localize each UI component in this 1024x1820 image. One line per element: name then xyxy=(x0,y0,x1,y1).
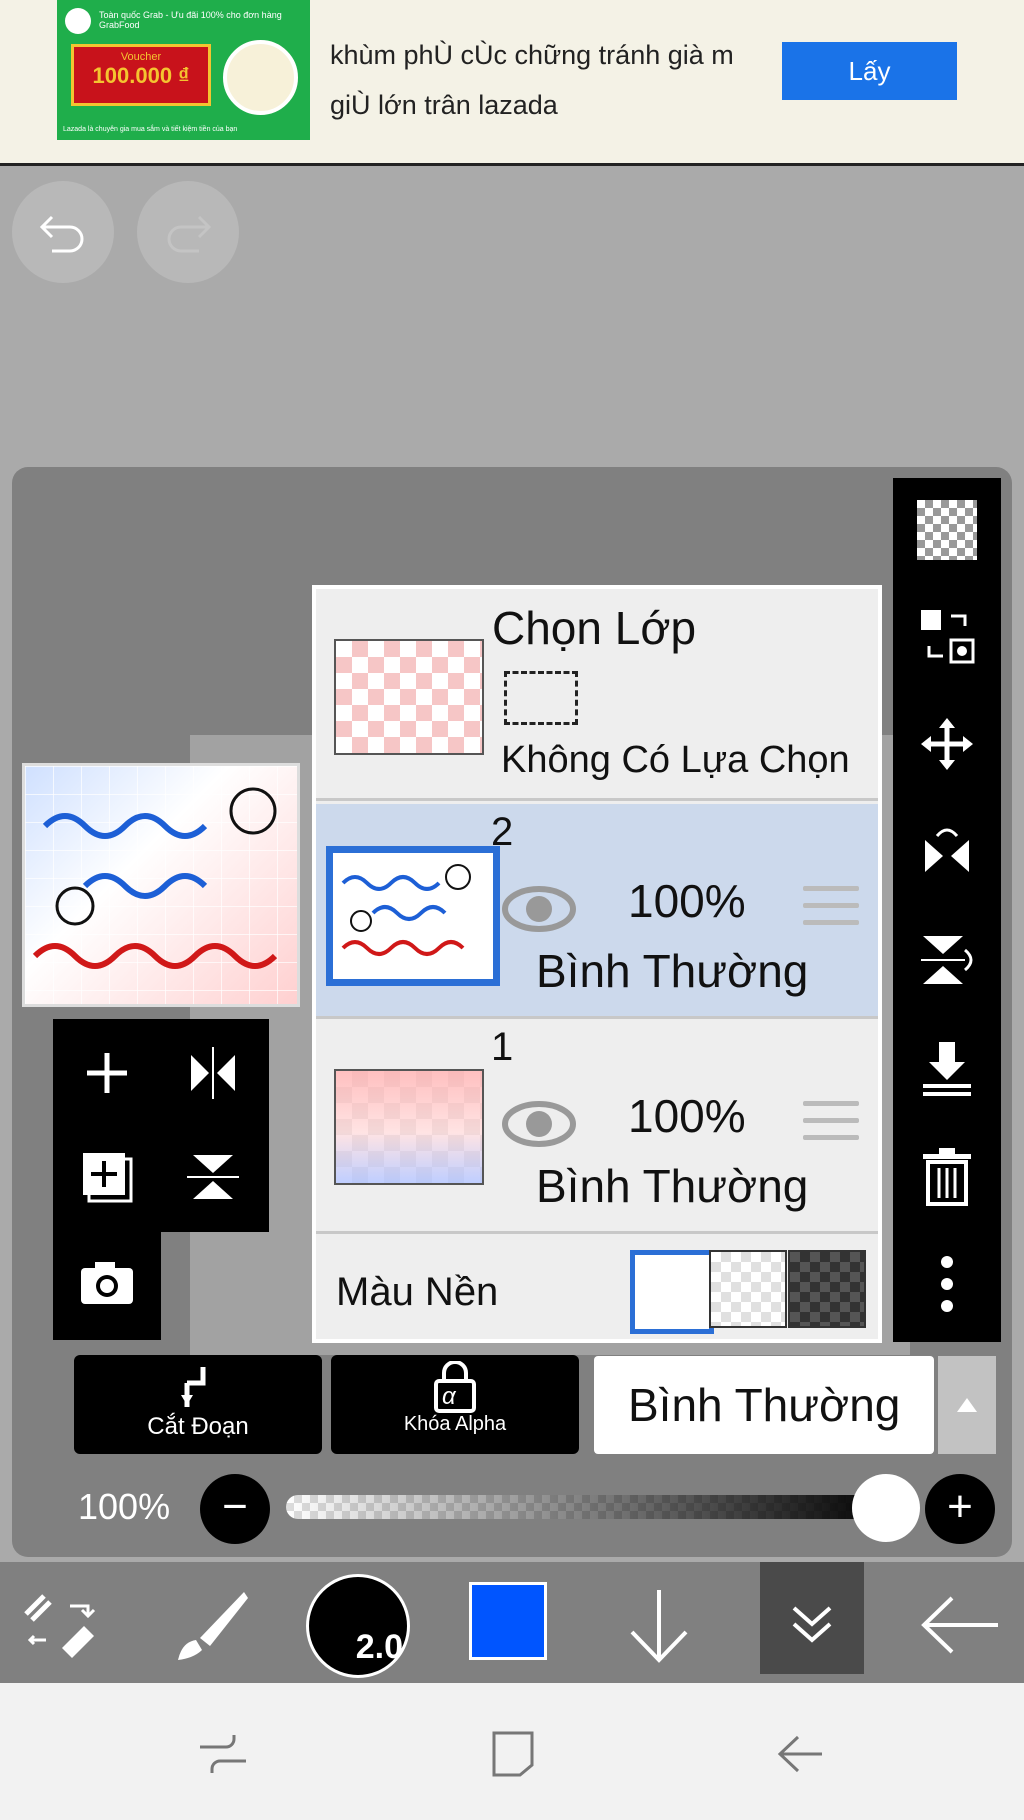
eye-icon[interactable] xyxy=(502,884,576,934)
selection-layer-row[interactable]: Chọn Lớp Không Có Lựa Chọn xyxy=(316,589,878,801)
preview-artwork xyxy=(32,787,278,969)
background-color-label: Màu Nền xyxy=(336,1270,499,1314)
voucher-label: Voucher xyxy=(120,51,162,63)
ad-image-footer: Lazada là chuyên gia mua sắm và tiết kiệ… xyxy=(63,126,238,133)
alpha-lock-button[interactable]: α Khóa Alpha xyxy=(331,1355,579,1454)
opacity-slider-handle[interactable] xyxy=(852,1474,920,1542)
opacity-increase-button[interactable]: + xyxy=(925,1474,995,1544)
ad-image-text: Toàn quốc Grab - Ưu đãi 100% cho đơn hàn… xyxy=(99,10,282,30)
layer-panel: Chọn Lớp Không Có Lựa Chọn 2 100% Bình T… xyxy=(312,585,882,1343)
transparent-button[interactable] xyxy=(917,500,977,560)
flip-vertical-icon xyxy=(187,1155,239,1199)
opacity-slider[interactable] xyxy=(286,1495,891,1519)
voucher-amount: 100.000 ₫ xyxy=(92,63,190,88)
collapse-panel-button[interactable] xyxy=(760,1562,864,1674)
select-transform-button[interactable] xyxy=(917,606,977,666)
layer-blend-mode: Bình Thường xyxy=(536,945,809,997)
right-toolbar xyxy=(893,478,1001,1342)
background-white-swatch[interactable] xyxy=(630,1250,714,1334)
flip-layer-horizontal-button[interactable] xyxy=(183,1043,243,1103)
flip-horizontal-icon xyxy=(925,828,969,872)
more-button[interactable] xyxy=(917,1254,977,1314)
flip-horizontal-button[interactable] xyxy=(917,822,977,882)
undo-button[interactable] xyxy=(12,181,114,283)
drag-handle-icon[interactable] xyxy=(803,1101,859,1152)
opacity-decrease-button[interactable]: − xyxy=(200,1474,270,1544)
alpha-symbol: α xyxy=(442,1383,456,1410)
ad-image[interactable]: Toàn quốc Grab - Ưu đãi 100% cho đơn hàn… xyxy=(57,0,310,140)
recent-apps-icon[interactable] xyxy=(196,1731,250,1777)
move-button[interactable] xyxy=(917,714,977,774)
flip-vertical-button[interactable] xyxy=(917,930,977,990)
layer-number: 2 xyxy=(491,810,514,854)
system-nav-bar xyxy=(0,1683,1024,1820)
food-image xyxy=(223,40,298,115)
color-swatch-button[interactable] xyxy=(469,1582,547,1660)
home-icon[interactable] xyxy=(488,1725,538,1779)
add-layer-copy-icon xyxy=(83,1153,133,1203)
ad-voucher: Voucher 100.000 ₫ xyxy=(71,44,211,106)
transparent-icon xyxy=(917,500,977,560)
layer-thumbnail xyxy=(334,1069,484,1185)
layer-number: 1 xyxy=(491,1025,514,1069)
more-icon xyxy=(941,1256,953,1312)
merge-down-icon xyxy=(923,1042,971,1096)
add-layer-copy-button[interactable] xyxy=(77,1147,137,1207)
layer-opacity: 100% xyxy=(628,875,746,927)
selection-marquee-icon xyxy=(504,671,578,725)
trash-icon xyxy=(923,1148,971,1206)
flip-layer-vertical-button[interactable] xyxy=(183,1147,243,1207)
undo-icon xyxy=(39,215,84,253)
clipping-button[interactable]: Cắt Đoạn xyxy=(74,1355,322,1454)
alpha-lock-label: Khóa Alpha xyxy=(403,1413,507,1435)
ad-banner[interactable]: Toàn quốc Grab - Ưu đãi 100% cho đơn hàn… xyxy=(0,0,1024,166)
layer-thumbnail xyxy=(326,846,500,986)
layer-row[interactable]: 2 100% Bình Thường xyxy=(316,804,878,1019)
redo-icon xyxy=(167,215,212,253)
opacity-label: 100% xyxy=(78,1486,171,1527)
clip-arrow-icon xyxy=(181,1367,206,1407)
eye-icon[interactable] xyxy=(502,1099,576,1149)
grabfood-logo xyxy=(65,8,91,34)
selection-title: Chọn Lớp xyxy=(492,602,697,654)
layer-row[interactable]: 1 100% Bình Thường xyxy=(316,1019,878,1234)
layer-opacity: 100% xyxy=(628,1090,746,1142)
blend-mode-value: Bình Thường xyxy=(628,1379,901,1431)
selection-status: Không Có Lựa Chọn xyxy=(501,739,850,781)
clipping-label: Cắt Đoạn xyxy=(147,1413,249,1440)
brush-size-button[interactable]: 2.0 xyxy=(306,1574,410,1678)
camera-panel xyxy=(53,1232,161,1340)
redo-button[interactable] xyxy=(137,181,239,283)
brush-size-value: 2.0 xyxy=(355,1628,403,1666)
triangle-up-icon xyxy=(957,1398,977,1412)
layer-tools-panel xyxy=(53,1019,269,1232)
ad-text[interactable]: khùm phÙ cÙc chững tránh già m giÙ lớn t… xyxy=(330,30,770,130)
select-transform-icon xyxy=(921,610,975,664)
camera-button[interactable] xyxy=(77,1252,137,1312)
move-icon xyxy=(921,718,973,770)
canvas-preview[interactable] xyxy=(22,763,300,1007)
main-toolbar: 2.0 xyxy=(0,1562,1024,1683)
merge-down-button[interactable] xyxy=(917,1038,977,1098)
layer-blend-mode: Bình Thường xyxy=(536,1160,809,1212)
flip-vertical-icon xyxy=(921,936,973,984)
blend-mode-select[interactable]: Bình Thường xyxy=(594,1356,934,1454)
drag-handle-icon[interactable] xyxy=(803,886,859,937)
ad-cta-button[interactable]: Lấy xyxy=(782,42,957,100)
selection-thumbnail xyxy=(334,639,484,755)
background-dark-swatch[interactable] xyxy=(788,1250,866,1328)
flip-horizontal-icon xyxy=(191,1047,235,1099)
background-color-row: Màu Nền xyxy=(316,1234,878,1339)
delete-layer-button[interactable] xyxy=(917,1146,977,1206)
chevron-double-down-icon xyxy=(792,1606,832,1643)
system-back-icon[interactable] xyxy=(776,1731,826,1777)
blend-mode-dropdown-button[interactable] xyxy=(938,1356,996,1454)
background-transparent-swatch[interactable] xyxy=(709,1250,787,1328)
add-layer-button[interactable] xyxy=(77,1043,137,1103)
add-layer-icon xyxy=(87,1053,127,1093)
camera-icon xyxy=(81,1262,133,1304)
